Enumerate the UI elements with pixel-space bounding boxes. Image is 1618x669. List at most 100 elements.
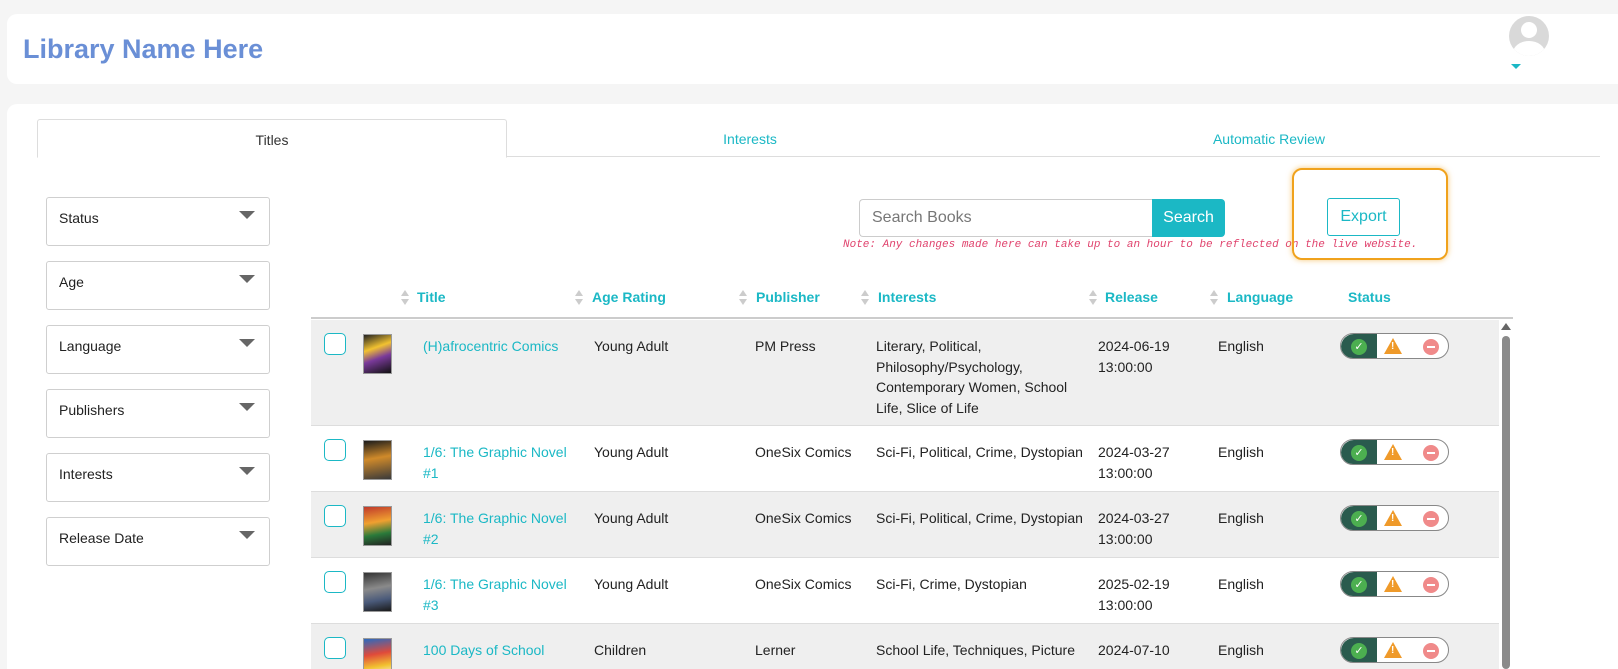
minus-circle-icon[interactable]	[1423, 445, 1439, 461]
minus-circle-icon[interactable]	[1423, 339, 1439, 355]
book-title[interactable]: 100 Days of School	[423, 640, 573, 661]
filter-label: Age	[59, 274, 84, 290]
warning-icon[interactable]: !	[1384, 642, 1402, 658]
top-bar: Library Name Here	[7, 14, 1618, 84]
language: English	[1218, 642, 1264, 658]
tab-interests[interactable]: Interests	[515, 119, 985, 158]
warning-icon[interactable]: !	[1384, 576, 1402, 592]
book-cover[interactable]	[363, 334, 392, 374]
interests: Sci-Fi, Political, Crime, Dystopian	[876, 510, 1083, 526]
chevron-down-icon[interactable]	[1511, 64, 1521, 69]
column-age-rating[interactable]: Age Rating	[592, 289, 666, 305]
check-icon[interactable]: ✓	[1341, 334, 1377, 358]
status-toggle[interactable]: ✓ !	[1340, 333, 1449, 359]
chevron-down-icon	[239, 275, 255, 283]
row-checkbox[interactable]	[324, 571, 346, 593]
warning-icon[interactable]: !	[1384, 510, 1402, 526]
search-button[interactable]: Search	[1152, 199, 1225, 237]
release-date-filter[interactable]: Release Date	[46, 517, 270, 566]
language-filter[interactable]: Language	[46, 325, 270, 374]
interests: Literary, Political, Philosophy/Psycholo…	[876, 338, 1068, 416]
language: English	[1218, 510, 1264, 526]
search-input[interactable]	[859, 199, 1163, 237]
publisher: PM Press	[755, 338, 816, 354]
release-date: 2024-07-10	[1098, 642, 1170, 658]
chevron-down-icon	[239, 531, 255, 539]
status-filter[interactable]: Status	[46, 197, 270, 246]
filter-label: Publishers	[59, 402, 125, 418]
release-date: 2025-02-19 13:00:00	[1098, 576, 1170, 613]
status-toggle[interactable]: ✓ !	[1340, 505, 1449, 531]
publishers-filter[interactable]: Publishers	[46, 389, 270, 438]
scrollbar-thumb[interactable]	[1502, 336, 1510, 669]
table-row: 1/6: The Graphic Novel #1 Young Adult On…	[311, 426, 1499, 492]
column-title[interactable]: Title	[417, 289, 446, 305]
user-avatar-icon[interactable]	[1509, 16, 1549, 56]
filter-label: Interests	[59, 466, 113, 482]
warning-icon[interactable]: !	[1384, 338, 1402, 354]
check-icon[interactable]: ✓	[1341, 572, 1377, 596]
sort-icon[interactable]	[1210, 290, 1218, 306]
release-date: 2024-06-19 13:00:00	[1098, 338, 1170, 375]
tab-titles[interactable]: Titles	[37, 119, 507, 158]
column-status: Status	[1348, 289, 1391, 305]
column-language[interactable]: Language	[1227, 289, 1293, 305]
release-date: 2024-03-27 13:00:00	[1098, 510, 1170, 547]
warning-icon[interactable]: !	[1384, 444, 1402, 460]
check-icon[interactable]: ✓	[1341, 440, 1377, 464]
row-checkbox[interactable]	[324, 333, 346, 355]
row-checkbox[interactable]	[324, 439, 346, 461]
release-date: 2024-03-27 13:00:00	[1098, 444, 1170, 481]
book-title[interactable]: 1/6: The Graphic Novel #2	[423, 508, 573, 549]
language: English	[1218, 338, 1264, 354]
minus-circle-icon[interactable]	[1423, 577, 1439, 593]
sort-icon[interactable]	[575, 290, 583, 306]
interests: Sci-Fi, Political, Crime, Dystopian	[876, 444, 1083, 460]
book-title[interactable]: 1/6: The Graphic Novel #1	[423, 442, 573, 483]
check-icon[interactable]: ✓	[1341, 638, 1377, 662]
book-cover[interactable]	[363, 440, 392, 480]
scroll-up-arrow[interactable]	[1501, 323, 1511, 330]
minus-circle-icon[interactable]	[1423, 643, 1439, 659]
export-button[interactable]: Export	[1327, 198, 1400, 236]
book-title[interactable]: (H)afrocentric Comics	[423, 336, 573, 357]
row-checkbox[interactable]	[324, 637, 346, 659]
filter-label: Release Date	[59, 530, 144, 546]
row-checkbox[interactable]	[324, 505, 346, 527]
age-rating: Young Adult	[594, 444, 669, 460]
status-toggle[interactable]: ✓ !	[1340, 439, 1449, 465]
column-release[interactable]: Release	[1105, 289, 1158, 305]
filter-label: Language	[59, 338, 122, 354]
age-rating: Young Adult	[594, 338, 669, 354]
interests: Sci-Fi, Crime, Dystopian	[876, 576, 1027, 592]
language: English	[1218, 444, 1264, 460]
age-rating: Young Adult	[594, 510, 669, 526]
publisher: OneSix Comics	[755, 510, 852, 526]
tab-automatic-review[interactable]: Automatic Review	[1034, 119, 1504, 158]
age-filter[interactable]: Age	[46, 261, 270, 310]
column-interests[interactable]: Interests	[878, 289, 936, 305]
publisher: OneSix Comics	[755, 576, 852, 592]
column-publisher[interactable]: Publisher	[756, 289, 820, 305]
book-cover[interactable]	[363, 638, 392, 669]
book-title[interactable]: 1/6: The Graphic Novel #3	[423, 574, 573, 615]
sort-icon[interactable]	[739, 290, 747, 306]
chevron-down-icon	[239, 403, 255, 411]
status-toggle[interactable]: ✓ !	[1340, 637, 1449, 663]
publisher: Lerner	[755, 642, 796, 658]
table-header: Title Age Rating Publisher Interests Rel…	[311, 281, 1513, 319]
sort-icon[interactable]	[1089, 290, 1097, 306]
table-row: 1/6: The Graphic Novel #3 Young Adult On…	[311, 558, 1499, 624]
book-cover[interactable]	[363, 506, 392, 546]
table-row: 100 Days of School Children Lerner Schoo…	[311, 624, 1499, 669]
minus-circle-icon[interactable]	[1423, 511, 1439, 527]
filter-label: Status	[59, 210, 99, 226]
sort-icon[interactable]	[861, 290, 869, 306]
book-cover[interactable]	[363, 572, 392, 612]
check-icon[interactable]: ✓	[1341, 506, 1377, 530]
table-body: (H)afrocentric Comics Young Adult PM Pre…	[311, 320, 1499, 669]
status-toggle[interactable]: ✓ !	[1340, 571, 1449, 597]
tab-bar: Titles Interests Automatic Review	[37, 119, 1600, 158]
sort-icon[interactable]	[401, 290, 409, 306]
interests-filter[interactable]: Interests	[46, 453, 270, 502]
